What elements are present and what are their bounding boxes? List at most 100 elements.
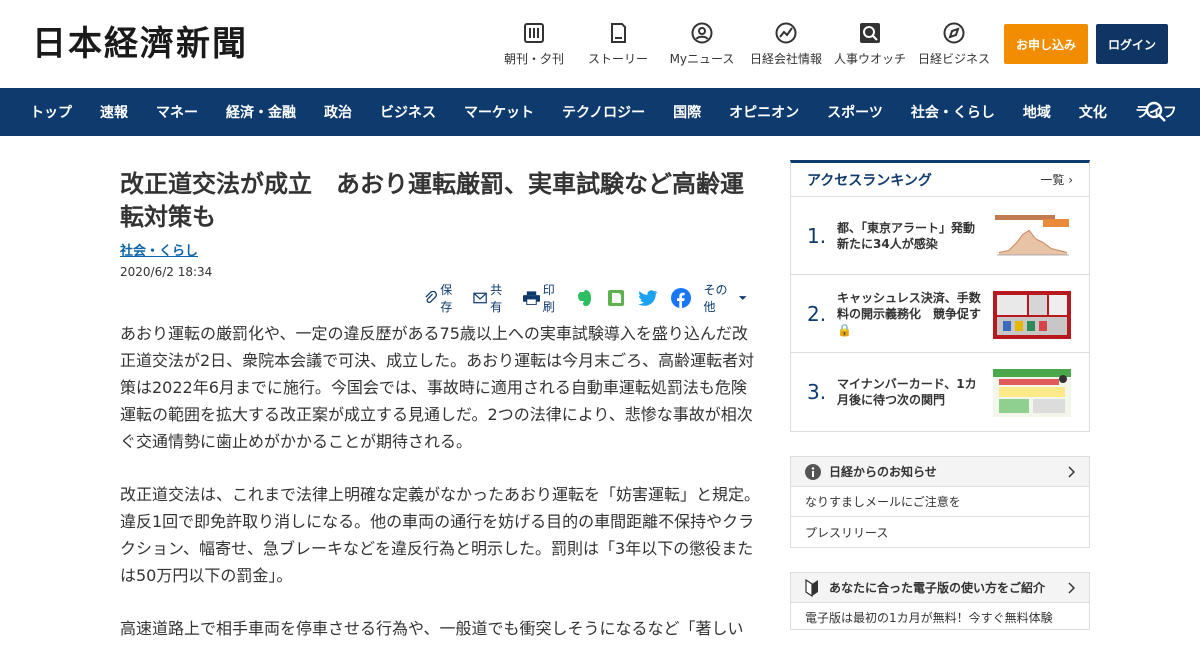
quicklink-story[interactable]: ストーリー (576, 20, 660, 67)
nav-item-international[interactable]: 国際 (673, 102, 701, 122)
twitter-icon (637, 290, 658, 306)
nav-item-culture[interactable]: 文化 (1079, 102, 1107, 122)
quicklink-label: 人事ウオッチ (833, 52, 906, 66)
article-category-link[interactable]: 社会・くらし (120, 240, 198, 259)
ranking-more-link[interactable]: 一覧 › (1040, 171, 1073, 188)
evernote-button[interactable] (576, 289, 597, 307)
ranking-text: マイナンバーカード、1カ月後に待つ次の関門 (837, 377, 977, 407)
ranking-title: アクセスランキング (807, 172, 932, 189)
quicklink-mynews[interactable]: Myニュース (660, 20, 744, 67)
covid-chart-thumbnail (993, 213, 1071, 261)
more-label: その他 (703, 283, 728, 314)
quicklink-label: 日経会社情報 (749, 52, 822, 66)
print-button[interactable]: 印刷 (522, 281, 566, 315)
quicklink-label: 朝刊・夕刊 (503, 52, 564, 66)
chevron-right-icon: › (1068, 173, 1073, 187)
nav-item-opinion[interactable]: オピニオン (729, 102, 799, 122)
ranking-item[interactable]: 2. キャッシュレス決済、手数料の開示義務化 競争促す 🔒 (791, 275, 1089, 353)
cashless-photo-thumbnail (993, 291, 1071, 339)
nav-item-market[interactable]: マーケット (464, 102, 534, 122)
chevron-down-icon (738, 296, 747, 300)
ranking-more-label: 一覧 (1040, 173, 1065, 187)
bookmark-button[interactable] (607, 289, 628, 307)
article-paragraph: 改正道交法は、これまで法律上明確な定義がなかったあおり運転を「妨害運転」と規定。… (120, 485, 761, 585)
nav-item-breaking[interactable]: 速報 (100, 102, 128, 122)
share-toolbar: 保存 共有 印刷 その他 (424, 283, 760, 314)
info-icon (805, 463, 821, 480)
ranking-item[interactable]: 1. 都、「東京アラート」発動 新たに34人が感染 (791, 197, 1089, 275)
guide-header[interactable]: あなたに合った電子版の使い方をご紹介 (791, 573, 1089, 603)
ranking-text: 都、「東京アラート」発動 新たに34人が感染 (837, 220, 988, 251)
article-date: 2020/6/2 18:34 (120, 265, 213, 279)
article-body: あおり運転の厳罰化や、一定の違反歴がある75歳以上への実車試験導入を盛り込んだ改… (120, 320, 760, 668)
nav-item-society[interactable]: 社会・くらし (911, 102, 995, 122)
share-label: 共有 (490, 283, 503, 314)
login-button[interactable]: ログイン (1096, 24, 1168, 64)
mail-icon (473, 292, 487, 304)
nav-item-politics[interactable]: 政治 (324, 102, 352, 122)
book-icon (611, 23, 626, 43)
quicklink-company-info[interactable]: 日経会社情報 (744, 20, 828, 67)
nav-item-top[interactable]: トップ (30, 102, 72, 122)
save-button[interactable]: 保存 (424, 281, 463, 315)
quicklink-label: ストーリー (587, 52, 648, 66)
share-button[interactable]: 共有 (473, 281, 513, 315)
twitter-button[interactable] (637, 290, 661, 306)
notice-item[interactable]: プレスリリース (791, 517, 1089, 547)
ranking-text: キャッシュレス決済、手数料の開示義務化 競争促す 🔒 (837, 290, 985, 338)
search-icon[interactable] (1144, 100, 1168, 124)
quicklink-label: Myニュース (669, 52, 735, 66)
ranking-text-label: キャッシュレス決済、手数料の開示義務化 競争促す (837, 290, 982, 321)
quicklink-morning-evening[interactable]: 朝刊・夕刊 (492, 20, 576, 67)
digital-guide-box: あなたに合った電子版の使い方をご紹介 電子版は最初の1カ月が無料！今すぐ無料体験 (790, 572, 1090, 630)
main-nav: トップ 速報 マネー 経済・金融 政治 ビジネス マーケット テクノロジー 国際… (0, 88, 1200, 136)
ranking-number: 3. (807, 380, 827, 404)
facebook-icon (670, 288, 691, 308)
bookmark-icon (607, 290, 624, 306)
nikkei-logo[interactable]: 日本経濟新聞 (32, 24, 248, 64)
print-label: 印刷 (542, 283, 555, 314)
beginner-mark-icon (805, 578, 818, 597)
header-quicklinks: 朝刊・夕刊 ストーリー Myニュース 日経会社情報 人事ウオッチ 日経ビジネス (492, 20, 996, 67)
nav-item-sports[interactable]: スポーツ (827, 102, 883, 122)
ranking-number: 1. (807, 223, 827, 248)
notice-title: 日経からのお知らせ (829, 465, 937, 479)
article-paragraph: 高速道路上で相手車両を停車させる行為や、一般道でも衝突しそうになるなど「著しい (120, 619, 744, 638)
ranking-header: アクセスランキング 一覧 › (791, 163, 1089, 197)
facebook-button[interactable] (670, 288, 694, 308)
nikkei-notice-box: 日経からのお知らせ なりすましメールにご注意を プレスリリース (790, 456, 1090, 548)
evernote-icon (577, 290, 591, 306)
mynumber-poster-thumbnail (993, 369, 1071, 417)
save-label: 保存 (440, 283, 453, 314)
compass-icon (943, 22, 965, 44)
more-share-dropdown[interactable]: その他 (704, 281, 751, 315)
chart-icon (775, 22, 797, 44)
access-ranking: アクセスランキング 一覧 › 1. 都、「東京アラート」発動 新たに34人が感染… (790, 160, 1090, 432)
lock-icon: 🔒 (837, 322, 852, 337)
ranking-item[interactable]: 3. マイナンバーカード、1カ月後に待つ次の関門 (791, 353, 1089, 431)
notice-item[interactable]: なりすましメールにご注意を (791, 487, 1089, 517)
chevron-right-icon (1068, 466, 1075, 478)
paperclip-icon (425, 291, 437, 303)
quicklink-label: 日経ビジネス (917, 52, 990, 66)
notice-header[interactable]: 日経からのお知らせ (791, 457, 1089, 487)
nav-item-economy[interactable]: 経済・金融 (226, 102, 296, 122)
chevron-right-icon (1068, 582, 1075, 594)
quicklink-personnel-watch[interactable]: 人事ウオッチ (828, 20, 912, 67)
article-title: 改正道交法が成立 あおり運転厳罰、実車試験など高齢運転対策も (120, 170, 744, 231)
guide-title: あなたに合った電子版の使い方をご紹介 (829, 581, 1046, 595)
article-paragraph: あおり運転の厳罰化や、一定の違反歴がある75歳以上への実車試験導入を盛り込んだ改… (120, 324, 755, 451)
person-icon (691, 22, 713, 44)
printer-icon (522, 291, 540, 305)
nav-item-money[interactable]: マネー (156, 102, 198, 122)
nav-item-technology[interactable]: テクノロジー (562, 102, 645, 122)
subscribe-button[interactable]: お申し込み (1004, 24, 1088, 64)
search-person-icon (860, 23, 880, 43)
nav-item-region[interactable]: 地域 (1023, 102, 1051, 122)
guide-item[interactable]: 電子版は最初の1カ月が無料！今すぐ無料体験 (791, 603, 1089, 629)
article-header: 改正道交法が成立 あおり運転厳罰、実車試験など高齢運転対策も 社会・くらし 20… (120, 168, 760, 279)
site-header: 日本経濟新聞 朝刊・夕刊 ストーリー Myニュース 日経会社情報 人事ウオッチ … (0, 0, 1200, 88)
ranking-number: 2. (807, 301, 827, 326)
nav-item-business[interactable]: ビジネス (380, 102, 436, 122)
quicklink-nikkei-business[interactable]: 日経ビジネス (912, 20, 996, 67)
